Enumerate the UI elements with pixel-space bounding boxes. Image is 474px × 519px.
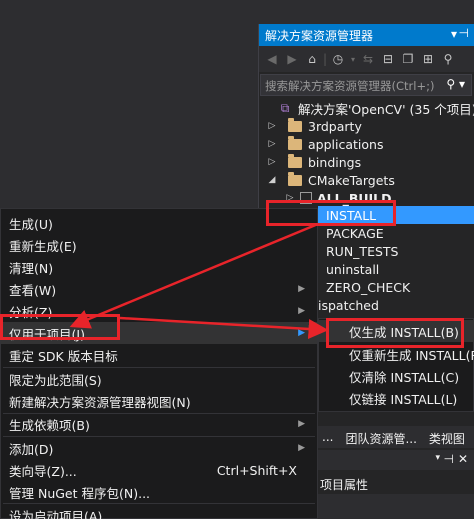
menu-item-label: 添加(D) (9, 441, 54, 457)
project-item-uninstall[interactable]: uninstall (318, 260, 474, 278)
pin-icon[interactable]: ▾ (451, 27, 457, 41)
menu-item-label: 生成依赖项(B) (9, 417, 90, 433)
project-item-zero-check[interactable]: ZERO_CHECK (318, 278, 474, 296)
menu-item-label: 清理(N) (9, 260, 54, 276)
menu-item-build-dependencies[interactable]: 生成依赖项(B) ▶ (1, 413, 317, 435)
menu-item-label: 仅清除 INSTALL(C) (349, 369, 460, 385)
folder-node[interactable]: ▷ 3rdparty (266, 117, 362, 135)
project-item-run-tests[interactable]: RUN_TESTS (318, 242, 474, 260)
solution-explorer-title[interactable]: 解决方案资源管理器 ▾ ⊣ (259, 24, 474, 46)
submenu-arrow-icon: ▶ (298, 306, 305, 316)
menu-item-retarget-sdk[interactable]: 重定 SDK 版本目标 (1, 344, 317, 366)
pin-icon[interactable]: ⊣ (459, 26, 469, 40)
folder-icon (288, 135, 302, 150)
expand-arrow-icon[interactable]: ▷ (266, 139, 278, 149)
menu-item-label: 管理 NuGet 程序包(N)... (9, 485, 151, 501)
project-label: PACKAGE (326, 225, 384, 241)
menu-item-new-view[interactable]: 新建解决方案资源管理器视图(N) (1, 390, 317, 412)
folder-label: CMakeTargets (308, 172, 395, 188)
submenu-arrow-icon: ▶ (298, 328, 305, 338)
properties-icon[interactable]: ⊞ (419, 50, 437, 68)
project-label: ZERO_CHECK (326, 279, 411, 295)
solution-explorer-toolbar: ◀ ▶ ⌂ | ◷ ▾ ⇆ ⊟ ❐ ⊞ ⚲ (259, 46, 474, 72)
solution-node[interactable]: ⧉ 解决方案'OpenCV' (35 个项目) (266, 99, 474, 117)
menu-item-label: 设为启动项目(A) (9, 508, 103, 519)
menu-item-rebuild[interactable]: 重新生成(E) (1, 234, 317, 256)
folder-icon (288, 117, 302, 132)
folder-label: 3rdparty (308, 118, 362, 134)
folder-node[interactable]: ▷ bindings (266, 153, 361, 171)
chevron-down-icon[interactable]: ▾ (435, 453, 440, 463)
properties-title-text: 项目属性 (320, 478, 369, 492)
submenu-arrow-icon: ▶ (298, 284, 305, 294)
solution-label: 解决方案'OpenCV' (35 个项目) (298, 101, 474, 117)
annotation-box-build-only (326, 318, 464, 348)
menu-item-scope-to-this[interactable]: 限定为此范围(S) (1, 368, 317, 390)
menu-item-manage-nuget[interactable]: 管理 NuGet 程序包(N)... (1, 481, 317, 503)
separator-line: | (322, 52, 328, 66)
project-label: uninstall (326, 261, 380, 277)
copy-icon[interactable]: ❐ (399, 50, 417, 68)
menu-item-add[interactable]: 添加(D) ▶ (1, 437, 317, 459)
project-item-partial[interactable]: ispatched (318, 296, 474, 314)
folder-icon (288, 153, 302, 168)
folder-node[interactable]: ◢ CMakeTargets (266, 171, 395, 189)
back-icon[interactable]: ◀ (263, 50, 281, 68)
menu-item-link-only[interactable]: 仅链接 INSTALL(L) (319, 387, 474, 409)
chevron-down-icon[interactable]: ▾ (349, 50, 357, 68)
menu-item-label: 重定 SDK 版本目标 (9, 348, 118, 364)
tab-solution-explorer[interactable]: ... (316, 426, 339, 448)
bottom-tab-strip: ... 团队资源管... 类视图 (316, 426, 474, 448)
folder-node[interactable]: ▷ applications (266, 135, 383, 153)
menu-item-set-startup[interactable]: 设为启动项目(A) (1, 504, 317, 519)
folder-label: applications (308, 136, 384, 152)
submenu-arrow-icon: ▶ (298, 419, 305, 429)
forward-icon[interactable]: ▶ (283, 50, 301, 68)
close-icon[interactable]: ✕ (458, 452, 468, 466)
properties-header: ▾ ⊣ ✕ (316, 450, 474, 470)
search-placeholder: 搜索解决方案资源管理器(Ctrl+;) (265, 79, 435, 93)
menu-item-label: 生成(U) (9, 216, 53, 232)
menu-item-label: 限定为此范围(S) (9, 372, 102, 388)
menu-item-label: 类向导(Z)... (9, 463, 77, 479)
submenu-arrow-icon: ▶ (298, 443, 305, 453)
tab-team-explorer[interactable]: 团队资源管... (339, 426, 422, 448)
sync-icon[interactable]: ⇆ (359, 50, 377, 68)
project-label: ispatched (318, 297, 379, 313)
menu-item-clean[interactable]: 清理(N) (1, 256, 317, 278)
project-item-package[interactable]: PACKAGE (318, 224, 474, 242)
menu-item-shortcut: Ctrl+Shift+X (216, 462, 297, 478)
solution-icon: ⧉ (280, 101, 290, 115)
menu-item-label: 新建解决方案资源管理器视图(N) (9, 394, 191, 410)
menu-item-clean-only[interactable]: 仅清除 INSTALL(C) (319, 365, 474, 387)
home-icon[interactable]: ⌂ (303, 50, 321, 68)
menu-item-class-wizard[interactable]: 类向导(Z)... Ctrl+Shift+X (1, 459, 317, 481)
expand-arrow-icon[interactable]: ▷ (266, 157, 278, 167)
solution-search-input[interactable]: 搜索解决方案资源管理器(Ctrl+;) ⚲ ▾ (260, 74, 472, 96)
expand-arrow-icon[interactable]: ▷ (266, 121, 278, 131)
collapse-arrow-icon[interactable]: ◢ (266, 175, 278, 185)
folder-label: bindings (308, 154, 362, 170)
collapse-icon[interactable]: ⊟ (379, 50, 397, 68)
menu-item-label: 查看(W) (9, 282, 57, 298)
menu-item-view[interactable]: 查看(W) ▶ (1, 278, 317, 300)
annotation-box-install (266, 200, 396, 226)
menu-item-label: 重新生成(E) (9, 238, 77, 254)
history-icon[interactable]: ◷ (329, 50, 347, 68)
annotation-box-project-only (0, 314, 120, 340)
pin-icon[interactable]: ⊣ (444, 452, 454, 466)
menu-item-label: 仅链接 INSTALL(L) (349, 391, 458, 407)
context-menu: 生成(U) 重新生成(E) 清理(N) 查看(W) ▶ 分析(Z) ▶ 仅用于项… (0, 208, 318, 519)
tab-class-view[interactable]: 类视图 (423, 426, 471, 448)
project-label: RUN_TESTS (326, 243, 399, 259)
search-icon[interactable]: ⚲ ▾ (446, 77, 465, 91)
wrench-icon[interactable]: ⚲ (439, 50, 457, 68)
properties-grid (316, 494, 474, 519)
solution-explorer-title-text: 解决方案资源管理器 (265, 29, 374, 43)
properties-title: 项目属性 (316, 472, 474, 494)
folder-icon (288, 171, 302, 186)
